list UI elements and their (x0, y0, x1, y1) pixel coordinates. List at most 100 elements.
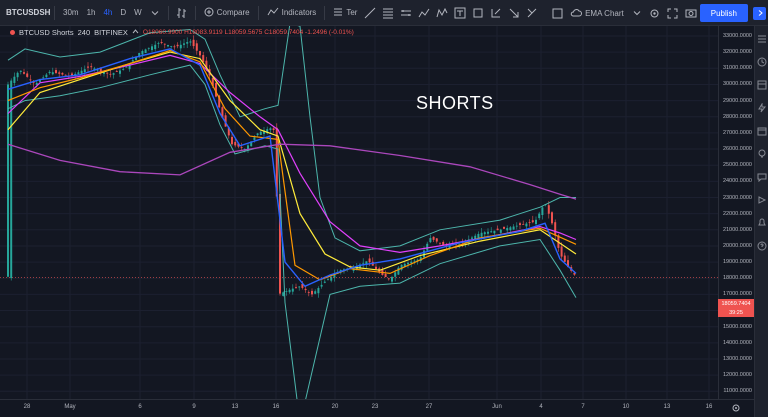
help-icon[interactable] (757, 238, 767, 251)
fib-icon[interactable] (381, 6, 395, 20)
rectangle-icon[interactable] (471, 6, 485, 20)
time-tick: 27 (425, 404, 433, 410)
cloud-icon (570, 8, 583, 19)
compare-button[interactable]: Compare (200, 7, 254, 19)
time-tick: 4 (539, 404, 543, 410)
candle-body (298, 286, 301, 288)
chevron-up-icon[interactable] (132, 28, 139, 37)
candle-body (563, 255, 566, 262)
symbol-search[interactable]: BTCUSDSHO (6, 8, 50, 17)
legend-ohlc: O18060.9900 H18083.9119 L18059.5675 C180… (142, 29, 354, 36)
hotlist-icon[interactable] (757, 100, 767, 113)
candle-body (173, 46, 176, 48)
candle-body (317, 288, 320, 294)
candle-body (531, 220, 534, 223)
price-chart[interactable] (0, 26, 718, 399)
indicators-label: Indicators (281, 8, 317, 17)
price-tick: 15000.0000 (722, 323, 752, 330)
measure-icon[interactable] (489, 6, 503, 20)
trend-line-icon[interactable] (363, 6, 377, 20)
time-tick: 20 (331, 404, 339, 410)
data-window-icon[interactable] (757, 77, 767, 90)
candle-body (535, 219, 537, 225)
price-axis[interactable]: 33000.0000 32000.0000 31000.0000 30000.0000… (718, 26, 754, 399)
gear-icon[interactable] (648, 6, 662, 20)
streams-icon[interactable] (757, 192, 767, 204)
price-tick: 22000.0000 (722, 210, 752, 217)
candle-body (314, 291, 317, 294)
time-tick: 13 (231, 404, 239, 410)
indicators-button[interactable]: Indicators (263, 7, 321, 19)
candle-body (83, 69, 86, 73)
bar-style-icon[interactable] (175, 6, 189, 20)
divider (194, 5, 196, 20)
brush-icon[interactable] (417, 6, 431, 20)
price-tick: 33000.0000 (722, 33, 752, 39)
time-tick: 9 (192, 404, 196, 410)
candle-body (183, 43, 185, 45)
candle-body (391, 276, 393, 282)
icon-tool-icon[interactable] (525, 6, 539, 20)
legend-exchange: BITFINEX (94, 28, 128, 37)
price-tick: 28000.0000 (722, 113, 752, 120)
price-tick: 24000.0000 (722, 178, 752, 185)
candle-body (362, 262, 365, 264)
checkbox-icon[interactable] (550, 6, 564, 20)
candle-body (13, 76, 16, 83)
candle-body (525, 223, 528, 227)
indicators-icon (267, 7, 279, 19)
alerts-icon[interactable] (757, 54, 767, 67)
compare-label: Compare (216, 8, 250, 17)
candle-body (106, 72, 109, 74)
watchlist-icon[interactable] (757, 31, 767, 43)
candle-body (115, 70, 118, 72)
candle-body (141, 50, 144, 55)
fullscreen-icon[interactable] (666, 6, 680, 20)
chevron-down-icon[interactable] (630, 6, 644, 20)
calendar-icon[interactable] (757, 123, 767, 136)
candle-body (295, 287, 297, 288)
camera-icon[interactable] (684, 6, 698, 20)
interval-d[interactable]: D (116, 8, 130, 17)
ideas-icon[interactable] (757, 146, 767, 158)
countdown-tag: 39:25 (718, 308, 754, 317)
settings-icon[interactable] (731, 403, 741, 415)
interval-30m[interactable]: 30m (59, 8, 83, 17)
interval-4h[interactable]: 4h (99, 8, 116, 17)
interval-1h[interactable]: 1h (83, 8, 100, 17)
time-axis[interactable]: 28 May 6 9 13 16 20 23 27 Jun 4 7 10 13 16 (0, 399, 754, 417)
candle-body (77, 72, 80, 75)
chat-icon[interactable] (757, 169, 767, 183)
candle-body (199, 51, 201, 56)
play-icon[interactable] (753, 6, 766, 20)
candle-body (538, 213, 541, 219)
chevron-down-icon[interactable] (148, 6, 162, 20)
candle-body (519, 223, 521, 225)
candle-body (125, 66, 128, 68)
pattern-icon[interactable] (435, 6, 449, 20)
price-tick: 32000.0000 (722, 49, 752, 56)
time-tick: 23 (371, 404, 379, 410)
shorts-annotation[interactable]: SHORTS (416, 93, 494, 114)
layout-label: EMA Chart (585, 8, 624, 18)
time-tick: Jun (492, 404, 502, 410)
templates-button[interactable]: Ter (329, 7, 361, 19)
price-tick: 13000.0000 (722, 356, 752, 362)
interval-w[interactable]: W (130, 8, 146, 17)
candle-body (58, 72, 61, 74)
bollinger-upper (7, 26, 576, 252)
candle-body (368, 258, 371, 263)
text-tool-icon[interactable] (453, 6, 467, 20)
notifications-icon[interactable] (757, 215, 767, 226)
candle-body (506, 228, 509, 231)
layout-button[interactable]: EMA Chart (566, 8, 628, 19)
publish-button[interactable]: Publish (699, 4, 748, 22)
candle-body (496, 228, 499, 231)
price-tick: 11000.0000 (723, 388, 752, 395)
pitchfork-icon[interactable] (399, 6, 413, 20)
price-tick: 19000.0000 (722, 259, 752, 266)
arrow-icon[interactable] (507, 6, 521, 20)
app-window: BTCUSDSHO 30m 1h 4h D W Compare Indicato… (0, 0, 768, 417)
candle-body (432, 236, 435, 240)
candle-body (471, 237, 473, 239)
